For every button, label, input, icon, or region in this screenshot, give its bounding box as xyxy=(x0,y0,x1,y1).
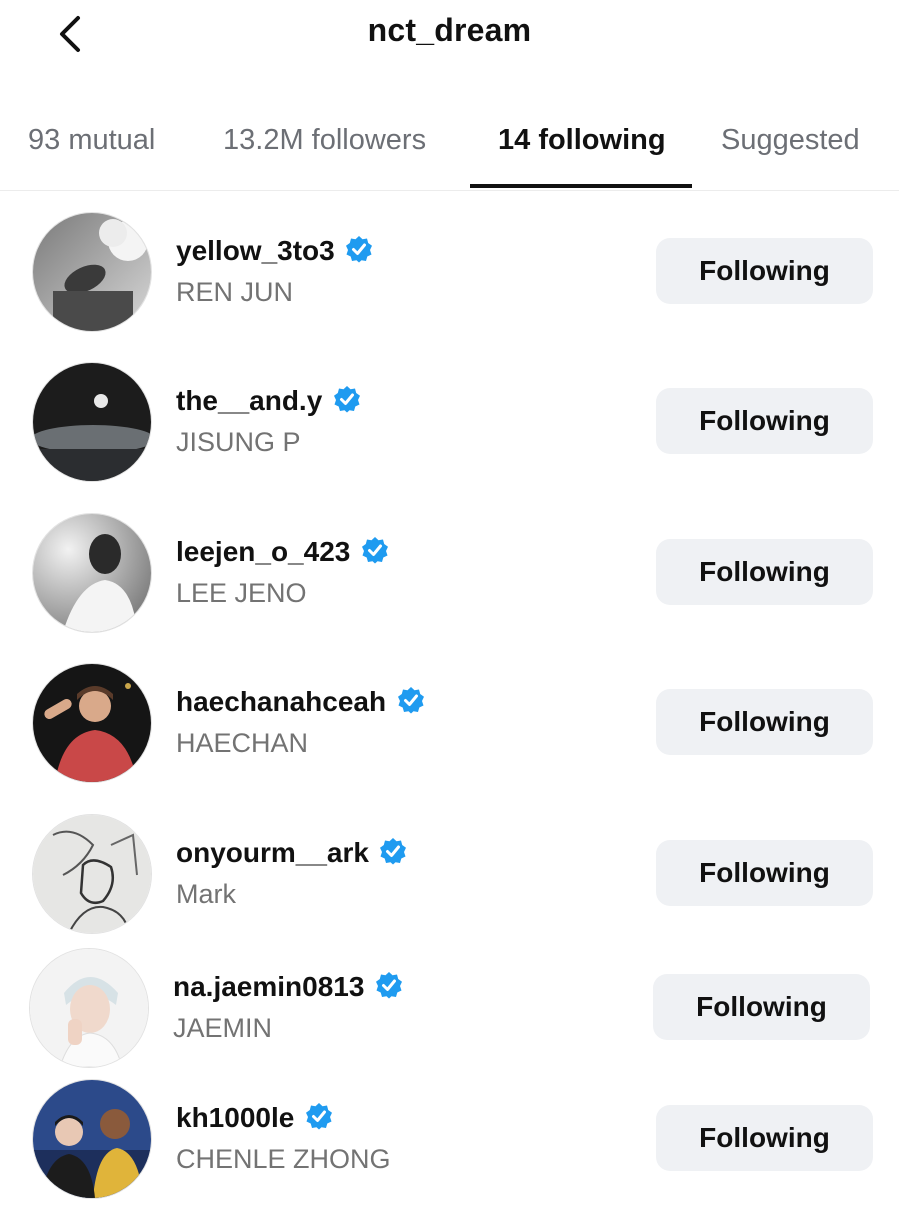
avatar[interactable] xyxy=(30,949,148,1067)
verified-badge-icon xyxy=(375,972,402,999)
full-name: HAECHAN xyxy=(176,728,309,758)
full-name: REN JUN xyxy=(176,277,294,307)
full-name: JAEMIN xyxy=(173,1013,273,1043)
username[interactable]: yellow_3to3 xyxy=(176,235,335,266)
tab-bar: 93 mutual 13.2M followers 14 following S… xyxy=(0,110,899,191)
list-item[interactable]: the__and.y JISUNG P Following xyxy=(0,363,899,503)
list-item[interactable]: kh1000le CHENLE ZHONG Following xyxy=(0,1080,899,1220)
avatar[interactable] xyxy=(33,815,151,933)
tab-followers[interactable]: 13.2M followers xyxy=(223,124,426,157)
following-button[interactable]: Following xyxy=(656,840,873,906)
following-button[interactable]: Following xyxy=(656,689,873,755)
page-title: nct_dream xyxy=(367,12,532,48)
username-line: na.jaemin0813 xyxy=(173,971,403,1007)
verified-badge-icon xyxy=(361,537,388,564)
list-item[interactable]: yellow_3to3 REN JUN Following xyxy=(0,213,899,353)
username[interactable]: na.jaemin0813 xyxy=(173,971,364,1002)
list-item[interactable]: onyourm__ark Mark Following xyxy=(0,815,899,955)
username-line: haechanahceah xyxy=(176,686,425,722)
username-line: the__and.y xyxy=(176,385,361,421)
username[interactable]: kh1000le xyxy=(176,1102,294,1133)
list-item[interactable]: leejen_o_423 LEE JENO Following xyxy=(0,514,899,654)
avatar[interactable] xyxy=(33,213,151,331)
avatar[interactable] xyxy=(33,664,151,782)
verified-badge-icon xyxy=(305,1103,332,1130)
verified-badge-icon xyxy=(346,236,373,263)
active-tab-indicator xyxy=(470,184,692,188)
tab-following[interactable]: 14 following xyxy=(498,124,666,157)
full-name: CHENLE ZHONG xyxy=(176,1144,391,1174)
avatar[interactable] xyxy=(33,363,151,481)
verified-badge-icon xyxy=(333,386,360,413)
avatar[interactable] xyxy=(33,514,151,632)
tab-mutual[interactable]: 93 mutual xyxy=(28,124,155,157)
verified-badge-icon xyxy=(397,687,424,714)
username-line: yellow_3to3 xyxy=(176,235,373,271)
username[interactable]: leejen_o_423 xyxy=(176,536,350,567)
following-button[interactable]: Following xyxy=(653,974,870,1040)
username[interactable]: onyourm__ark xyxy=(176,837,369,868)
following-button[interactable]: Following xyxy=(656,539,873,605)
full-name: Mark xyxy=(176,879,236,909)
following-button[interactable]: Following xyxy=(656,388,873,454)
full-name: LEE JENO xyxy=(176,578,307,608)
username[interactable]: haechanahceah xyxy=(176,686,386,717)
username-line: leejen_o_423 xyxy=(176,536,389,572)
following-button[interactable]: Following xyxy=(656,1105,873,1171)
header: nct_dream xyxy=(0,0,899,70)
list-item[interactable]: haechanahceah HAECHAN Following xyxy=(0,664,899,804)
username-line: kh1000le xyxy=(176,1102,333,1138)
tab-suggested[interactable]: Suggested xyxy=(721,124,860,157)
full-name: JISUNG P xyxy=(176,427,301,457)
username[interactable]: the__and.y xyxy=(176,385,322,416)
avatar[interactable] xyxy=(33,1080,151,1198)
following-button[interactable]: Following xyxy=(656,238,873,304)
list-item[interactable]: na.jaemin0813 JAEMIN Following xyxy=(0,949,899,1089)
verified-badge-icon xyxy=(380,838,407,865)
username-line: onyourm__ark xyxy=(176,837,407,873)
